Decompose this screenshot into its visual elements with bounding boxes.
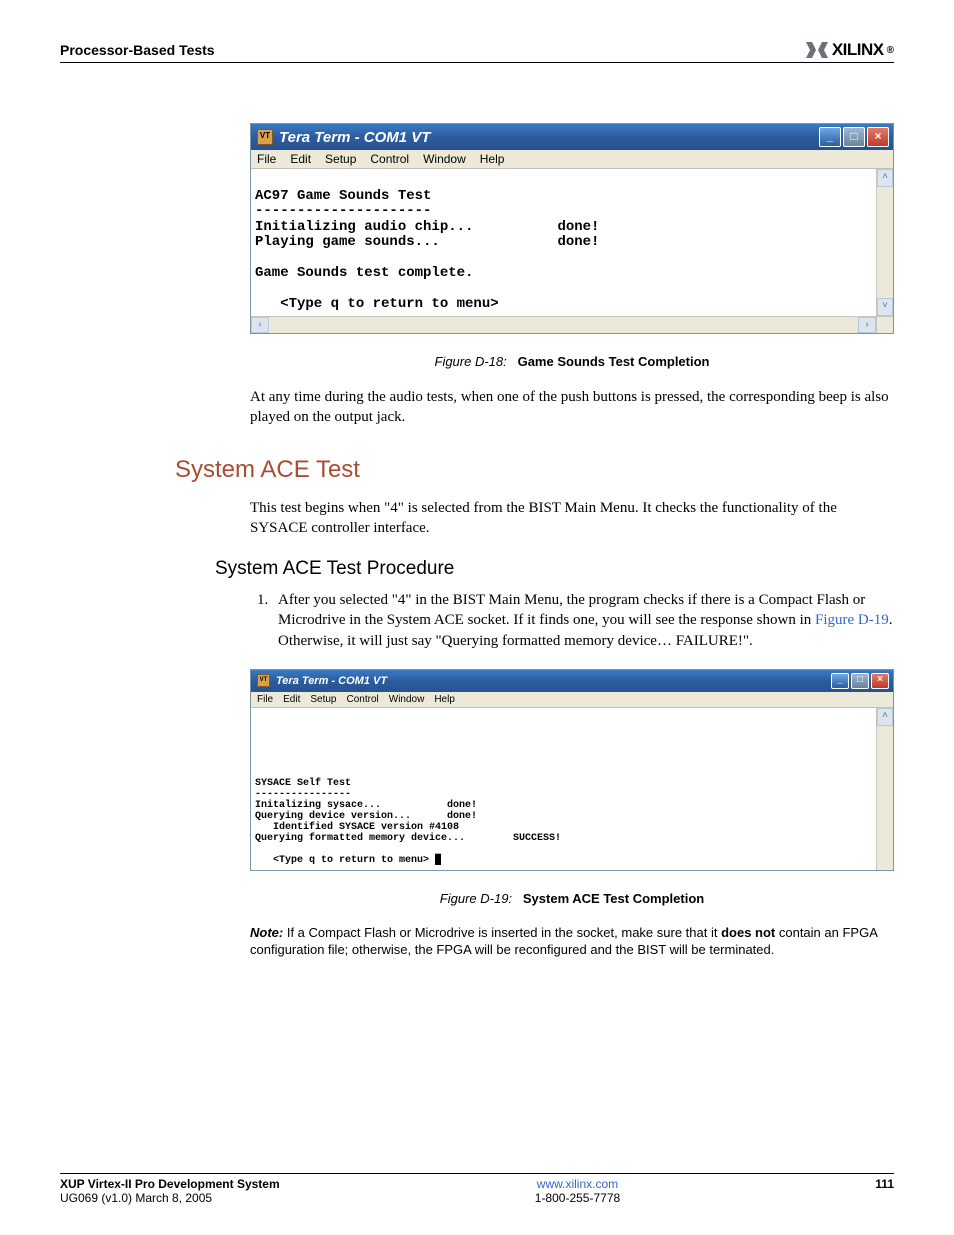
figure-prefix: Figure D-18:: [435, 354, 507, 369]
note-label: Note:: [250, 925, 283, 940]
figure-title: System ACE Test Completion: [523, 891, 704, 906]
terminal-window-2: VT Tera Term - COM1 VT _ □ × File Edit S…: [250, 669, 894, 871]
footer-center: www.xilinx.com 1-800-255-7778: [535, 1177, 620, 1205]
scroll-left-icon[interactable]: ‹: [251, 317, 269, 333]
window-controls: _ □ ×: [831, 673, 889, 689]
paragraph-2: This test begins when "4" is selected fr…: [250, 498, 894, 539]
section-heading: System ACE Test: [175, 456, 894, 484]
figure-link[interactable]: Figure D-19: [815, 612, 889, 628]
footer-doc-title: XUP Virtex-II Pro Development System: [60, 1177, 280, 1191]
scroll-right-icon[interactable]: ›: [858, 317, 876, 333]
footer-doc-version: UG069 (v1.0) March 8, 2005: [60, 1191, 280, 1205]
procedure-step-1: After you selected "4" in the BIST Main …: [272, 590, 894, 651]
teraterm-icon: VT: [257, 674, 270, 687]
terminal-title-text: Tera Term - COM1 VT: [276, 675, 387, 687]
note-paragraph: Note: If a Compact Flash or Microdrive i…: [250, 924, 894, 959]
page-number: 111: [875, 1177, 894, 1205]
teraterm-icon: VT: [257, 129, 273, 145]
terminal-titlebar: VT Tera Term - COM1 VT _ □ ×: [251, 124, 893, 150]
footer-url-link[interactable]: www.xilinx.com: [537, 1177, 618, 1191]
close-button[interactable]: ×: [871, 673, 889, 689]
figure-title: Game Sounds Test Completion: [518, 354, 710, 369]
logo-text: XILINX: [832, 40, 884, 60]
horizontal-scrollbar[interactable]: ‹ ›: [251, 316, 893, 333]
subsection-heading: System ACE Test Procedure: [215, 558, 894, 580]
xilinx-logo: XILINX®: [805, 40, 894, 60]
terminal-output: SYSACE Self Test ---------------- Inital…: [251, 708, 876, 870]
footer-left: XUP Virtex-II Pro Development System UG0…: [60, 1177, 280, 1205]
menu-setup[interactable]: Setup: [310, 694, 336, 705]
scroll-up-icon[interactable]: ˄: [877, 169, 893, 187]
minimize-button[interactable]: _: [819, 127, 841, 147]
maximize-button[interactable]: □: [843, 127, 865, 147]
menu-control[interactable]: Control: [370, 152, 409, 166]
menu-file[interactable]: File: [257, 694, 273, 705]
menu-file[interactable]: File: [257, 152, 276, 166]
menu-window[interactable]: Window: [389, 694, 425, 705]
paragraph-1: At any time during the audio tests, when…: [250, 387, 894, 428]
header-section-title: Processor-Based Tests: [60, 42, 215, 58]
footer-phone: 1-800-255-7778: [535, 1191, 620, 1205]
figure-prefix: Figure D-19:: [440, 891, 512, 906]
window-controls: _ □ ×: [819, 127, 889, 147]
terminal-output: AC97 Game Sounds Test ------------------…: [251, 169, 876, 316]
vertical-scrollbar[interactable]: ˄ ˅: [876, 169, 893, 316]
menu-control[interactable]: Control: [347, 694, 379, 705]
scroll-down-icon[interactable]: ˅: [877, 298, 893, 316]
menu-edit[interactable]: Edit: [283, 694, 300, 705]
terminal-menubar: File Edit Setup Control Window Help: [251, 692, 893, 708]
minimize-button[interactable]: _: [831, 673, 849, 689]
menu-window[interactable]: Window: [423, 152, 466, 166]
page-header: Processor-Based Tests XILINX®: [60, 40, 894, 63]
maximize-button[interactable]: □: [851, 673, 869, 689]
page-footer: XUP Virtex-II Pro Development System UG0…: [60, 1173, 894, 1205]
xilinx-logo-icon: [805, 41, 829, 59]
menu-help[interactable]: Help: [480, 152, 505, 166]
logo-registered: ®: [887, 45, 894, 56]
resize-grip-icon[interactable]: [876, 317, 893, 333]
terminal-title-text: Tera Term - COM1 VT: [279, 129, 430, 146]
terminal-menubar: File Edit Setup Control Window Help: [251, 150, 893, 169]
menu-help[interactable]: Help: [434, 694, 455, 705]
menu-setup[interactable]: Setup: [325, 152, 356, 166]
terminal-titlebar: VT Tera Term - COM1 VT _ □ ×: [251, 670, 893, 692]
procedure-list: After you selected "4" in the BIST Main …: [250, 590, 894, 651]
figure-caption-2: Figure D-19: System ACE Test Completion: [250, 891, 894, 906]
vertical-scrollbar[interactable]: ˄: [876, 708, 893, 870]
terminal-window-1: VT Tera Term - COM1 VT _ □ × File Edit S…: [250, 123, 894, 334]
scroll-up-icon[interactable]: ˄: [877, 708, 893, 726]
menu-edit[interactable]: Edit: [290, 152, 311, 166]
figure-caption-1: Figure D-18: Game Sounds Test Completion: [250, 354, 894, 369]
close-button[interactable]: ×: [867, 127, 889, 147]
